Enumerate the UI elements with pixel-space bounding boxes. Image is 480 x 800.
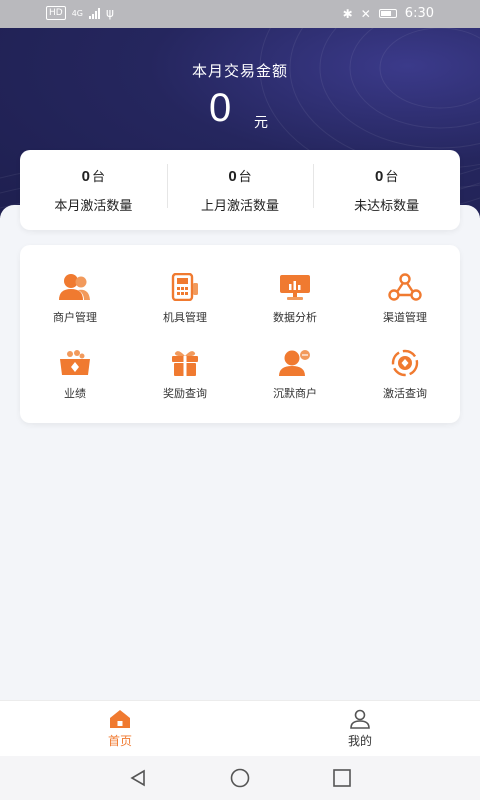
network-tag: HD — [46, 6, 66, 20]
menu-silent-merchant[interactable]: 沉默商户 — [240, 349, 350, 401]
stat-label: 上月激活数量 — [201, 199, 280, 214]
stat-value: 0 — [81, 168, 90, 185]
status-right: ✱ ✕ 6:30 — [343, 6, 434, 21]
pos-terminal-icon — [171, 273, 198, 301]
stat-last-month[interactable]: 0台 上月激活数量 — [166, 150, 314, 230]
tab-label: 首页 — [107, 734, 132, 748]
status-time: 6:30 — [404, 6, 434, 21]
hero-title: 本月交易金额 — [191, 62, 288, 80]
tab-home[interactable]: 首页 — [60, 709, 180, 749]
stat-this-month[interactable]: 0台 本月激活数量 — [20, 150, 167, 230]
signal-icon — [89, 7, 100, 19]
channel-network-icon — [388, 273, 422, 301]
menu-label: 奖励查询 — [163, 387, 207, 400]
hero-amount: 0 — [209, 86, 232, 130]
stat-unit: 台 — [238, 170, 252, 185]
merchant-icon — [59, 274, 90, 300]
menu-channel-management[interactable]: 渠道管理 — [350, 273, 460, 325]
menu-label: 商户管理 — [53, 311, 97, 324]
stats-card: 0台 本月激活数量 0台 上月激活数量 0台 未达标数量 — [20, 150, 460, 230]
menu-label: 渠道管理 — [383, 311, 427, 324]
bluetooth-icon: ✱ — [342, 6, 353, 21]
feature-menu-card: 商户管理 机具管理 数据分析 渠道管理 业绩 奖励查询 沉默商户 激活查询 — [20, 245, 460, 423]
menu-data-analysis[interactable]: 数据分析 — [240, 273, 350, 325]
data-monitor-icon — [280, 275, 310, 300]
user-icon — [350, 709, 370, 729]
usb-icon: ψ — [106, 6, 114, 20]
mute-icon: ✕ — [360, 6, 371, 21]
menu-reward-query[interactable]: 奖励查询 — [130, 349, 240, 401]
home-icon — [110, 710, 130, 728]
bottom-tab-bar: 首页 我的 — [0, 700, 480, 756]
tab-label: 我的 — [347, 734, 372, 748]
gift-icon — [172, 351, 198, 376]
system-navigation-bar — [0, 756, 480, 800]
status-bar: HD 4G ψ ✱ ✕ 6:30 — [0, 0, 480, 28]
silent-merchant-icon — [279, 350, 310, 376]
battery-icon — [378, 9, 397, 18]
performance-box-icon — [60, 350, 90, 375]
menu-label: 机具管理 — [163, 311, 207, 324]
menu-label: 沉默商户 — [273, 387, 317, 400]
network-type: 4G — [71, 8, 83, 18]
status-left: HD 4G ψ — [46, 6, 114, 20]
stat-label: 本月激活数量 — [54, 199, 133, 214]
hero-unit: 元 — [254, 115, 268, 131]
activation-icon — [391, 349, 419, 377]
stat-unit: 台 — [92, 170, 106, 185]
home-circle-icon[interactable] — [229, 768, 251, 788]
stat-unqualified[interactable]: 0台 未达标数量 — [313, 150, 460, 230]
stat-label: 未达标数量 — [354, 199, 420, 214]
menu-performance[interactable]: 业绩 — [20, 349, 130, 401]
stat-unit: 台 — [385, 170, 399, 185]
menu-label: 数据分析 — [273, 311, 317, 324]
menu-merchant-management[interactable]: 商户管理 — [20, 273, 130, 325]
stat-value: 0 — [375, 168, 384, 185]
menu-label: 业绩 — [64, 387, 86, 400]
tab-mine[interactable]: 我的 — [300, 709, 420, 749]
stat-value: 0 — [228, 168, 237, 185]
recents-icon[interactable] — [332, 768, 352, 788]
back-icon[interactable] — [128, 768, 148, 788]
menu-device-management[interactable]: 机具管理 — [130, 273, 240, 325]
menu-label: 激活查询 — [383, 387, 427, 400]
menu-activation-query[interactable]: 激活查询 — [350, 349, 460, 401]
